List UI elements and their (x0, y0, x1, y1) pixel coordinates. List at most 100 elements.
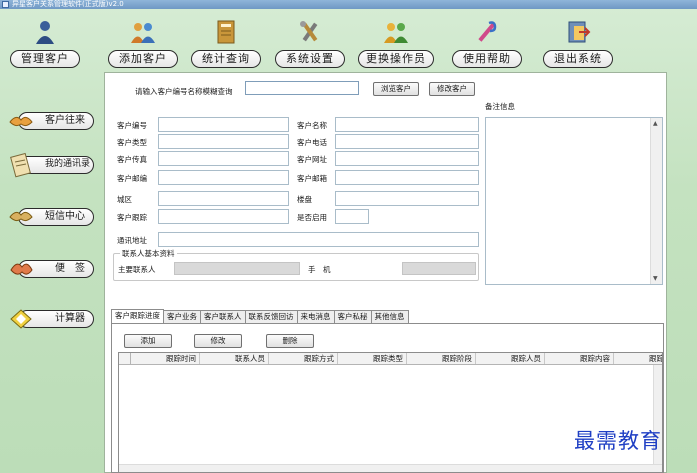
toolbar-statistics[interactable]: 统计查询 (191, 18, 261, 70)
contact-group-legend: 联系人基本资料 (120, 248, 177, 259)
customer-fax-field[interactable] (158, 151, 289, 166)
customer-follow-label: 客户跟踪 (117, 213, 147, 222)
toolbar-add-customer[interactable]: 添加客户 (108, 18, 178, 70)
sidebar-item-customer-dealings[interactable]: 客户往来 (8, 108, 94, 132)
sidebar-item-calculator[interactable]: 计算器 (8, 306, 94, 330)
toolbar-switch-operator[interactable]: 更换操作员 (358, 18, 434, 70)
column-header[interactable]: 跟踪人员 (476, 353, 545, 364)
customer-name-label: 客户名称 (297, 121, 327, 130)
table-horizontal-scrollbar[interactable] (119, 464, 662, 472)
handshake-icon (9, 116, 33, 127)
mobile-field (402, 262, 476, 275)
customer-email-label: 客户邮箱 (297, 174, 327, 183)
switch-operator-icon (384, 23, 408, 43)
contact-info-group: 联系人基本资料 主要联系人 手 机 (113, 248, 479, 281)
address-label: 通讯地址 (117, 236, 147, 245)
statistics-book-icon (217, 20, 235, 44)
search-label: 请输入客户编号名称模糊查询 (135, 87, 233, 96)
customer-follow-field[interactable] (158, 209, 289, 224)
remark-scrollbar[interactable]: ▲ ▼ (650, 118, 662, 284)
customer-name-field[interactable] (335, 117, 479, 132)
tab-incoming-calls[interactable]: 来电消息 (296, 310, 335, 324)
tools-icon (300, 21, 318, 42)
sidebar-item-sms-center[interactable]: 短信中心 (8, 204, 94, 228)
zone-label: 楼盘 (297, 195, 312, 204)
tab-business[interactable]: 客户业务 (163, 310, 201, 324)
main-toolbar: 管理客户 添加客户 统计查询 系统设置 更换操作员 使用帮助 退出系统 (0, 18, 697, 70)
customer-email-field[interactable] (335, 170, 479, 185)
browse-customers-button[interactable]: 浏览客户 (373, 82, 419, 96)
switch-operator-button[interactable]: 更换操作员 (358, 50, 434, 68)
statistics-query-button[interactable]: 统计查询 (191, 50, 261, 68)
calculator-icon (10, 309, 32, 329)
add-users-icon (131, 23, 155, 43)
column-header[interactable]: 跟踪结果 (614, 353, 662, 364)
address-field[interactable] (158, 232, 479, 247)
address-book-icon (10, 152, 31, 178)
customer-type-field[interactable] (158, 134, 289, 149)
remark-textarea[interactable]: ▲ ▼ (485, 117, 663, 285)
exit-system-button[interactable]: 退出系统 (543, 50, 613, 68)
enabled-label: 是否启用 (297, 213, 327, 222)
enabled-field[interactable] (335, 209, 369, 224)
customer-postcode-label: 客户邮编 (117, 174, 147, 183)
window-title: 异星客户关系管理软件(正式版)v2.0 (12, 0, 124, 8)
toolbar-manage-customers[interactable]: 管理客户 (10, 18, 80, 70)
customer-phone-field[interactable] (335, 134, 479, 149)
help-icon (478, 21, 497, 42)
watermark-text: 最需教育 (574, 429, 662, 453)
usage-help-button[interactable]: 使用帮助 (452, 50, 522, 68)
tab-other-info[interactable]: 其他信息 (370, 310, 409, 324)
main-contact-label: 主要联系人 (118, 265, 156, 274)
tab-tracking-progress[interactable]: 客户跟踪进度 (111, 309, 164, 324)
tab-private[interactable]: 客户私秘 (333, 310, 372, 324)
sms-icon (9, 211, 33, 222)
toolbar-help[interactable]: 使用帮助 (452, 18, 522, 70)
sidebar-item-address-book[interactable]: 我的通讯录 (8, 152, 94, 178)
app-icon (2, 1, 9, 8)
customer-website-label: 客户网址 (297, 155, 327, 164)
add-tracking-button[interactable]: 添加 (124, 334, 172, 348)
main-contact-field (174, 262, 300, 275)
remark-label: 备注信息 (485, 102, 515, 111)
customer-no-label: 客户编号 (117, 121, 147, 130)
tab-feedback[interactable]: 联系反馈回访 (244, 310, 298, 324)
region-field[interactable] (158, 191, 289, 206)
customer-website-field[interactable] (335, 151, 479, 166)
customer-fax-label: 客户传真 (117, 155, 147, 164)
detail-tabs: 客户跟踪进度 客户业务 客户联系人 联系反馈回访 来电消息 客户私秘 其他信息 (111, 309, 409, 324)
manage-customers-button[interactable]: 管理客户 (10, 50, 80, 68)
delete-tracking-button[interactable]: 删除 (266, 334, 314, 348)
scroll-up-icon[interactable]: ▲ (653, 120, 658, 127)
user-icon (36, 21, 54, 44)
toolbar-settings[interactable]: 系统设置 (275, 18, 345, 70)
note-icon (10, 263, 33, 275)
sidebar-item-notes[interactable]: 便 签 (8, 256, 94, 280)
column-header[interactable]: 跟踪内容 (545, 353, 614, 364)
column-header[interactable]: 跟踪类型 (338, 353, 407, 364)
modify-tracking-button[interactable]: 修改 (194, 334, 242, 348)
exit-icon (568, 21, 591, 43)
window-titlebar: 异星客户关系管理软件(正式版)v2.0 (0, 0, 697, 9)
row-header-corner (119, 353, 131, 365)
system-settings-button[interactable]: 系统设置 (275, 50, 345, 68)
customer-type-label: 客户类型 (117, 138, 147, 147)
column-header[interactable]: 跟踪阶段 (407, 353, 476, 364)
tab-contacts[interactable]: 客户联系人 (200, 310, 246, 324)
search-input[interactable] (245, 81, 359, 95)
scroll-down-icon[interactable]: ▼ (653, 275, 658, 282)
column-header[interactable]: 联系人员 (200, 353, 269, 364)
zone-field[interactable] (335, 191, 479, 206)
customer-phone-label: 客户电话 (297, 138, 327, 147)
customer-postcode-field[interactable] (158, 170, 289, 185)
column-header[interactable]: 跟踪时间 (131, 353, 200, 364)
tracking-table-header: 跟踪时间 联系人员 跟踪方式 跟踪类型 跟踪阶段 跟踪人员 跟踪内容 跟踪结果 (119, 353, 662, 365)
mobile-label: 手 机 (308, 265, 331, 274)
customer-no-field[interactable] (158, 117, 289, 132)
toolbar-exit[interactable]: 退出系统 (543, 18, 613, 70)
column-header[interactable]: 跟踪方式 (269, 353, 338, 364)
region-label: 城区 (117, 195, 132, 204)
add-customer-button[interactable]: 添加客户 (108, 50, 178, 68)
customer-detail-panel: 请输入客户编号名称模糊查询 浏览客户 修改客户 客户编号 客户类型 客户传真 客… (104, 72, 667, 473)
modify-customer-button[interactable]: 修改客户 (429, 82, 475, 96)
